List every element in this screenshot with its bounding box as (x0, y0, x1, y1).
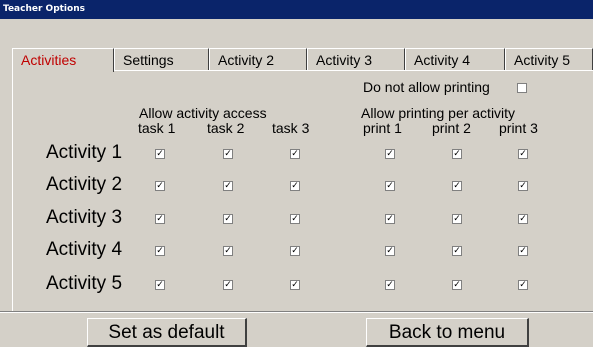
window-title: Teacher Options (3, 4, 85, 14)
task-3-checkbox[interactable]: ✓ (290, 214, 300, 224)
task-1-checkbox[interactable]: ✓ (155, 246, 165, 256)
tab-label: Activity 5 (514, 52, 571, 68)
print-1-checkbox[interactable]: ✓ (385, 246, 395, 256)
panel-border (12, 48, 13, 312)
printing-heading: Allow printing per activity (361, 105, 516, 121)
tab-label: Activity 3 (316, 52, 373, 68)
print-3-checkbox[interactable]: ✓ (518, 280, 528, 290)
print-2-header: print 2 (432, 120, 471, 136)
activity-row-label: Activity 2 (46, 174, 123, 195)
activity-row-label: Activity 3 (46, 207, 123, 228)
print-2-checkbox[interactable]: ✓ (452, 149, 462, 159)
task-1-header: task 1 (138, 120, 176, 136)
tab-label: Activity 4 (414, 52, 471, 68)
print-1-checkbox[interactable]: ✓ (385, 280, 395, 290)
divider (0, 312, 593, 313)
print-2-checkbox[interactable]: ✓ (452, 280, 462, 290)
print-2-checkbox[interactable]: ✓ (452, 214, 462, 224)
task-1-checkbox[interactable]: ✓ (155, 181, 165, 191)
tab-activity-4[interactable]: Activity 4 (405, 48, 505, 71)
task-3-checkbox[interactable]: ✓ (290, 280, 300, 290)
task-2-checkbox[interactable]: ✓ (223, 181, 233, 191)
print-2-checkbox[interactable]: ✓ (452, 246, 462, 256)
tab-activity-3[interactable]: Activity 3 (307, 48, 405, 71)
print-1-checkbox[interactable]: ✓ (385, 181, 395, 191)
activity-row-label: Activity 1 (46, 142, 123, 163)
no-printing-checkbox[interactable] (517, 83, 527, 93)
print-1-checkbox[interactable]: ✓ (385, 214, 395, 224)
tab-label: Activities (21, 52, 77, 68)
print-3-checkbox[interactable]: ✓ (518, 246, 528, 256)
task-2-header: task 2 (207, 120, 245, 136)
print-2-checkbox[interactable]: ✓ (452, 181, 462, 191)
task-3-checkbox[interactable]: ✓ (290, 181, 300, 191)
print-3-checkbox[interactable]: ✓ (518, 214, 528, 224)
tab-label: Settings (123, 52, 174, 68)
tab-activity-2[interactable]: Activity 2 (209, 48, 307, 71)
task-2-checkbox[interactable]: ✓ (223, 280, 233, 290)
print-3-checkbox[interactable]: ✓ (518, 149, 528, 159)
set-as-default-button[interactable]: Set as default (87, 318, 247, 347)
task-1-checkbox[interactable]: ✓ (155, 149, 165, 159)
print-3-checkbox[interactable]: ✓ (518, 181, 528, 191)
tab-activities[interactable]: Activities (12, 48, 114, 72)
task-3-checkbox[interactable]: ✓ (290, 246, 300, 256)
task-2-checkbox[interactable]: ✓ (223, 246, 233, 256)
access-heading: Allow activity access (139, 105, 267, 121)
window-title-bar: Teacher Options (0, 0, 593, 19)
print-3-header: print 3 (499, 120, 538, 136)
back-to-menu-button[interactable]: Back to menu (366, 318, 529, 347)
no-printing-label: Do not allow printing (363, 79, 490, 95)
task-1-checkbox[interactable]: ✓ (155, 280, 165, 290)
tab-settings[interactable]: Settings (114, 48, 209, 71)
tab-label: Activity 2 (218, 52, 275, 68)
print-1-header: print 1 (363, 120, 402, 136)
task-2-checkbox[interactable]: ✓ (223, 149, 233, 159)
tab-panel-top-border (114, 70, 593, 71)
task-1-checkbox[interactable]: ✓ (155, 214, 165, 224)
task-2-checkbox[interactable]: ✓ (223, 214, 233, 224)
activity-row-label: Activity 4 (46, 239, 123, 260)
tab-activity-5[interactable]: Activity 5 (505, 48, 593, 71)
print-1-checkbox[interactable]: ✓ (385, 149, 395, 159)
task-3-header: task 3 (272, 120, 310, 136)
activity-row-label: Activity 5 (46, 273, 123, 294)
task-3-checkbox[interactable]: ✓ (290, 149, 300, 159)
